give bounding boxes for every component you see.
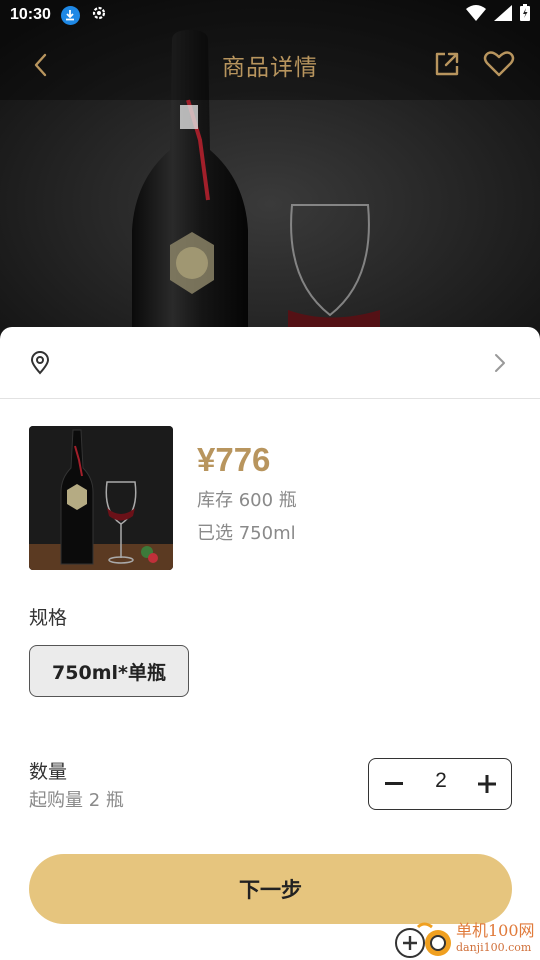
spec-label: 规格 <box>29 607 68 629</box>
site-watermark: 单机100网 danji100.com <box>394 921 540 960</box>
plus-icon[interactable] <box>475 772 499 796</box>
share-icon[interactable] <box>433 50 461 82</box>
download-icon <box>60 5 80 25</box>
quantity-value[interactable]: 2 <box>419 769 463 793</box>
watermark-url: danji100.com <box>456 941 532 954</box>
product-price: ¥776 <box>197 441 271 478</box>
heart-icon[interactable] <box>483 50 515 82</box>
spec-option-750ml[interactable]: 750ml*单瓶 <box>29 645 189 697</box>
product-thumbnail <box>29 426 173 570</box>
watermark-name: 单机100网 <box>456 921 535 940</box>
signal-icon <box>494 4 512 26</box>
top-nav-bar: 商品详情 <box>0 30 540 100</box>
page-title: 商品详情 <box>222 55 318 81</box>
wifi-icon <box>466 4 486 26</box>
chevron-left-icon[interactable] <box>28 52 54 82</box>
quantity-label: 数量 <box>29 761 68 783</box>
gear-icon <box>90 4 108 27</box>
watermark-logo-icon <box>395 922 451 958</box>
address-selector[interactable] <box>0 327 540 399</box>
quantity-stepper: 2 <box>368 758 512 810</box>
stock-count: 库存 600 瓶 <box>197 490 297 511</box>
sku-selection-sheet: ¥776 库存 600 瓶 已选 750ml 规格 750ml*单瓶 数量 起购… <box>0 327 540 960</box>
chevron-right-icon <box>494 353 506 377</box>
selected-spec: 已选 750ml <box>197 523 296 544</box>
location-pin-icon <box>30 351 50 379</box>
next-step-button[interactable]: 下一步 <box>29 854 512 924</box>
min-purchase-note: 起购量 2 瓶 <box>29 790 124 811</box>
status-bar: 10:30 <box>0 0 540 30</box>
minus-icon[interactable] <box>383 772 405 796</box>
battery-icon <box>520 4 530 26</box>
status-time: 10:30 <box>10 6 51 23</box>
